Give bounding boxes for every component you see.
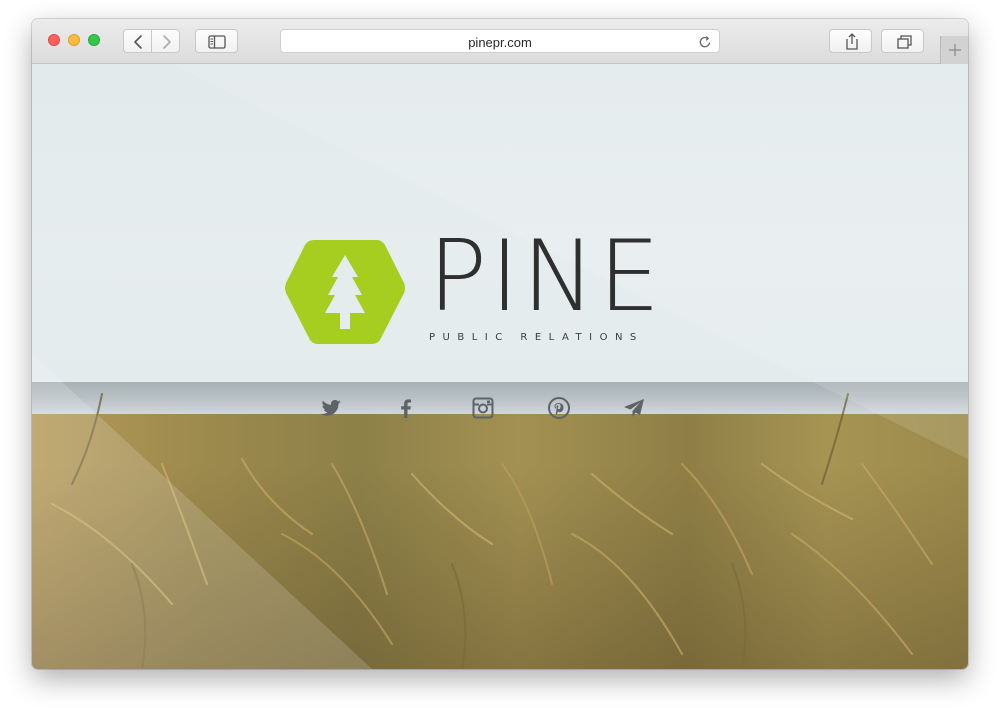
sidebar-icon [208, 35, 226, 49]
background-decoration [32, 64, 968, 669]
forward-chevron-icon [163, 35, 171, 49]
send-icon[interactable] [622, 396, 646, 420]
share-button[interactable] [829, 29, 872, 53]
sidebar-button[interactable] [195, 29, 238, 53]
address-url: pinepr.com [468, 35, 532, 50]
forward-button[interactable] [151, 29, 180, 53]
address-bar[interactable]: pinepr.com [280, 29, 720, 53]
brand-name: PINE [428, 220, 664, 334]
share-icon [846, 33, 858, 50]
plus-icon [949, 44, 961, 56]
show-tabs-button[interactable] [881, 29, 924, 53]
pine-logo[interactable] [284, 239, 406, 350]
browser-toolbar: pinepr.com [32, 19, 968, 64]
back-button[interactable] [123, 29, 152, 53]
maximize-window-button[interactable] [88, 34, 100, 46]
back-chevron-icon [134, 35, 142, 49]
new-tab-button[interactable] [940, 36, 968, 64]
facebook-icon[interactable] [394, 396, 418, 420]
brand-tagline: PUBLIC RELATIONS [429, 332, 644, 343]
minimize-window-button[interactable] [68, 34, 80, 46]
twitter-icon[interactable] [319, 396, 343, 420]
close-window-button[interactable] [48, 34, 60, 46]
pinterest-icon[interactable] [547, 396, 571, 420]
tabs-icon [897, 35, 912, 49]
pine-tree-logo-icon [285, 240, 405, 344]
instagram-icon[interactable] [471, 396, 495, 420]
page-content: PINE PUBLIC RELATIONS [32, 64, 968, 669]
reload-icon[interactable] [697, 34, 713, 50]
browser-window: pinepr.com PINE PUBLIC RELATIONS [32, 19, 968, 669]
